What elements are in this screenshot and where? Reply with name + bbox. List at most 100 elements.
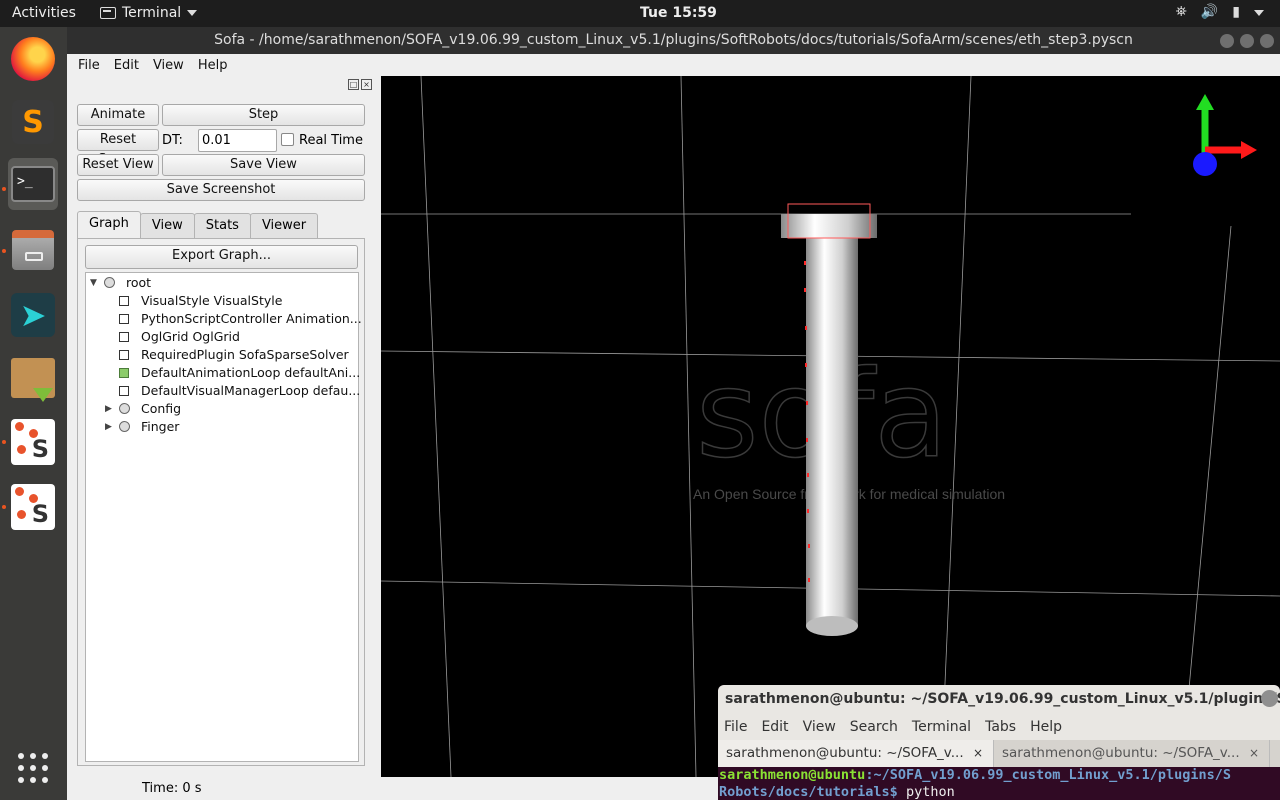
command-text: python [897, 784, 955, 800]
firefox-icon [11, 37, 55, 81]
app-menu-label: Terminal [122, 5, 182, 21]
close-panel-icon[interactable]: × [361, 79, 372, 90]
terminal-tab-2[interactable]: sarathmenon@ubuntu: ~/SOFA_v... × [994, 740, 1270, 767]
remmina-icon: ➤ [11, 293, 55, 337]
tab-view[interactable]: View [139, 213, 195, 238]
terminal-menu-search[interactable]: Search [850, 719, 898, 735]
close-tab-icon[interactable]: × [973, 740, 983, 766]
window-title: Sofa - /home/sarathmenon/SOFA_v19.06.99_… [214, 32, 1133, 48]
object-icon [119, 386, 129, 396]
real-time-checkbox[interactable] [281, 133, 294, 146]
menu-view[interactable]: View [153, 58, 184, 73]
sublime-launcher[interactable]: S [8, 96, 58, 148]
menu-help[interactable]: Help [198, 58, 228, 73]
control-panel: □ × Animate Step Reset Scene DT: 0.01 Re… [67, 76, 380, 800]
running-indicator [2, 187, 6, 191]
dock: S >_ ➤ S S [0, 27, 67, 800]
terminal-tab-1[interactable]: sarathmenon@ubuntu: ~/SOFA_v... × [718, 740, 994, 767]
save-view-button[interactable]: Save View [162, 154, 365, 176]
sofa-launcher-2[interactable]: S [8, 481, 58, 533]
prompt-user: sarathmenon@ubuntu [719, 767, 866, 783]
animate-button[interactable]: Animate [77, 104, 159, 126]
terminal-menu-bar: File Edit View Search Terminal Tabs Help [718, 713, 1280, 740]
chevron-down-icon [1254, 10, 1264, 16]
terminal-icon: >_ [11, 166, 55, 202]
viewport-canvas: sofa An Open Source framework for medica… [381, 76, 1280, 777]
finger-tip [806, 616, 858, 636]
terminal-menu-help[interactable]: Help [1030, 719, 1062, 735]
battery-icon: ▮ [1232, 4, 1240, 20]
scene-graph-tree[interactable]: ▼ root VisualStyle VisualStyle PythonScr… [85, 272, 362, 762]
object-icon [119, 332, 129, 342]
object-icon [119, 314, 129, 324]
terminal-launcher[interactable]: >_ [8, 158, 58, 210]
reset-view-button[interactable]: Reset View [77, 154, 159, 176]
dt-input[interactable]: 0.01 [198, 129, 277, 152]
firefox-launcher[interactable] [8, 33, 58, 85]
terminal-menu-tabs[interactable]: Tabs [985, 719, 1016, 735]
close-tab-icon[interactable]: × [1249, 740, 1259, 766]
expand-arrow-icon[interactable]: ▶ [105, 418, 112, 436]
menu-file[interactable]: File [78, 58, 100, 73]
software-launcher[interactable] [8, 352, 58, 404]
simulation-time: Time: 0 s [142, 781, 202, 796]
sublime-text-icon: S [12, 100, 54, 144]
top-bar: Activities Terminal Tue 15:59 ⛯ 🔊 ▮ [0, 0, 1280, 27]
terminal-close-button[interactable] [1261, 690, 1278, 707]
show-applications-button[interactable] [8, 742, 58, 794]
terminal-menu-view[interactable]: View [803, 719, 836, 735]
real-time-label: Real Time [299, 133, 363, 148]
running-indicator [2, 249, 6, 253]
chevron-down-icon [187, 10, 198, 16]
window-titlebar[interactable]: Sofa - /home/sarathmenon/SOFA_v19.06.99_… [67, 27, 1280, 54]
prompt-path: :~/SOFA_v19.06.99_custom_Linux_v5.1/plug… [865, 767, 1232, 783]
terminal-tab-bar: sarathmenon@ubuntu: ~/SOFA_v... × sarath… [718, 740, 1280, 767]
expand-arrow-icon[interactable]: ▼ [90, 274, 97, 292]
tab-stats[interactable]: Stats [193, 213, 251, 238]
activities-button[interactable]: Activities [12, 5, 76, 21]
prompt-path-cont: Robots/docs/tutorials$ [719, 784, 898, 800]
volume-icon: 🔊 [1200, 4, 1219, 20]
sofa-icon: S [11, 419, 55, 465]
axis-gizmo [1193, 94, 1257, 176]
close-button[interactable] [1260, 34, 1274, 48]
terminal-titlebar[interactable]: sarathmenon@ubuntu: ~/SOFA_v19.06.99_cus… [718, 685, 1280, 713]
panel-tabs: Graph View Stats Viewer [77, 211, 319, 238]
running-indicator [2, 440, 6, 444]
finger-base [781, 214, 877, 238]
menu-edit[interactable]: Edit [114, 58, 139, 73]
step-button[interactable]: Step [162, 104, 365, 126]
terminal-icon [100, 7, 116, 19]
system-tray[interactable]: ⛯ 🔊 ▮ [1176, 4, 1264, 20]
active-object-icon [119, 368, 129, 378]
minimize-button[interactable] [1220, 34, 1234, 48]
export-graph-button[interactable]: Export Graph... [85, 245, 358, 269]
tab-viewer[interactable]: Viewer [249, 213, 319, 238]
terminal-output[interactable]: sarathmenon@ubuntu:~/SOFA_v19.06.99_cust… [718, 767, 1280, 800]
terminal-menu-edit[interactable]: Edit [761, 719, 788, 735]
reset-scene-button[interactable]: Reset Scene [77, 129, 159, 167]
finger-cylinder [806, 226, 858, 626]
menu-bar: File Edit View Help [67, 54, 1280, 76]
package-icon [11, 358, 55, 402]
running-indicator [2, 505, 6, 509]
remmina-launcher[interactable]: ➤ [8, 289, 58, 341]
maximize-button[interactable] [1240, 34, 1254, 48]
terminal-window: sarathmenon@ubuntu: ~/SOFA_v19.06.99_cus… [718, 685, 1280, 800]
tab-graph[interactable]: Graph [77, 211, 141, 238]
sofa-launcher-1[interactable]: S [8, 416, 58, 468]
terminal-menu-terminal[interactable]: Terminal [912, 719, 971, 735]
expand-arrow-icon[interactable]: ▶ [105, 400, 112, 418]
apps-grid-icon [18, 753, 48, 783]
clock[interactable]: Tue 15:59 [640, 5, 717, 21]
dt-label: DT: [162, 133, 183, 148]
terminal-menu-file[interactable]: File [724, 719, 747, 735]
save-screenshot-button[interactable]: Save Screenshot [77, 179, 365, 201]
node-icon [104, 277, 115, 288]
3d-viewport[interactable]: sofa An Open Source framework for medica… [381, 76, 1280, 777]
files-launcher[interactable] [8, 224, 58, 276]
node-icon [119, 421, 130, 432]
app-menu[interactable]: Terminal [100, 5, 198, 21]
node-icon [119, 403, 130, 414]
float-panel-icon[interactable]: □ [348, 79, 359, 90]
